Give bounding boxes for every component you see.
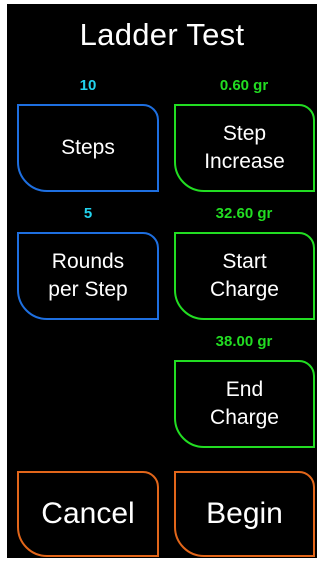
rounds-per-step-button-label: Rounds per Step [48, 250, 128, 301]
steps-button-label: Steps [61, 136, 115, 159]
end-charge-button-label: End Charge [210, 378, 279, 429]
begin-button-label: Begin [206, 497, 283, 530]
cancel-button[interactable]: Cancel [17, 471, 159, 557]
ladder-test-screen: Ladder Test 10 Steps 5 Rounds per Step 0… [7, 4, 317, 558]
step-increase-button-label: Step Increase [204, 122, 285, 173]
end-charge-button[interactable]: End Charge [174, 360, 315, 448]
page-title: Ladder Test [79, 17, 245, 52]
step-increase-value: 0.60 gr [219, 77, 269, 94]
step-increase-button[interactable]: Step Increase [174, 104, 315, 192]
begin-button[interactable]: Begin [174, 471, 315, 557]
cancel-button-label: Cancel [41, 497, 135, 530]
rounds-per-step-button[interactable]: Rounds per Step [17, 232, 159, 320]
steps-value: 10 [79, 77, 97, 94]
start-charge-value: 32.60 gr [215, 205, 273, 222]
end-charge-value: 38.00 gr [215, 333, 273, 350]
start-charge-button[interactable]: Start Charge [174, 232, 315, 320]
rounds-per-step-value: 5 [83, 205, 93, 222]
start-charge-button-label: Start Charge [210, 250, 279, 301]
steps-button[interactable]: Steps [17, 104, 159, 192]
